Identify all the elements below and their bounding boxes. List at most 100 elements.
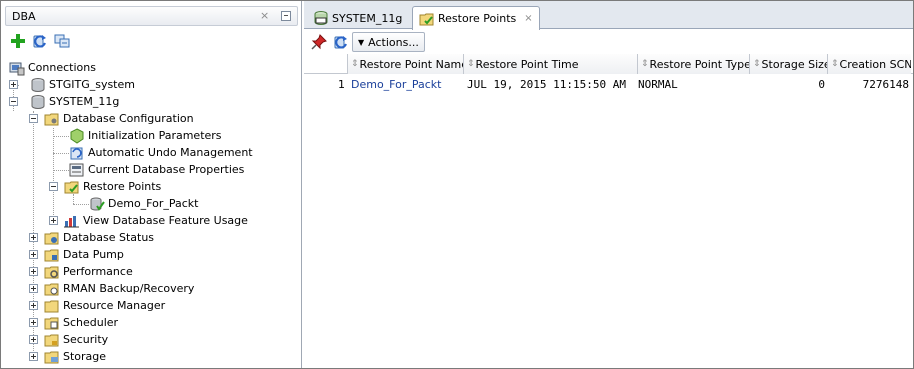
tree-item-database-status[interactable]: Database Status <box>29 229 154 246</box>
tree-item-label: Resource Manager <box>63 299 166 312</box>
parameters-icon <box>69 127 85 144</box>
expand-icon[interactable] <box>9 80 18 89</box>
tree-item-label: STGITG_system <box>49 78 135 91</box>
database-icon <box>30 94 46 110</box>
expand-icon[interactable] <box>49 216 58 225</box>
actions-label: Actions... <box>368 35 419 49</box>
cell-creation-scn: 7276148 <box>862 77 909 91</box>
tree-item-label: RMAN Backup/Recovery <box>63 282 195 295</box>
editor-area: SYSTEM_11g Restore Points × ▼ Actions... <box>304 1 913 368</box>
cell-restore-point-time: JUL 19, 2015 11:15:50 AM <box>467 77 626 91</box>
actions-button[interactable]: ▼ Actions... <box>352 32 425 52</box>
dba-panel: DBA × Connections STGITG_system SYSTEM_1… <box>1 1 302 368</box>
folder-icon <box>44 298 60 314</box>
column-header-restore-point-time[interactable]: ⇕ Restore Point Time <box>463 54 637 74</box>
cell-restore-point-type: NORMAL <box>638 77 678 91</box>
connections-icon <box>9 60 25 76</box>
undo-icon <box>69 145 85 161</box>
sql-worksheet-icon <box>313 10 329 26</box>
tree-item-label: Data Pump <box>63 248 124 261</box>
expand-icon[interactable] <box>29 318 38 327</box>
column-header-restore-point-name[interactable]: ⇕ Restore Point Name <box>347 54 463 74</box>
tree-item-label: View Database Feature Usage <box>83 214 248 227</box>
column-header-storage-size[interactable]: ⇕ Storage Size <box>749 54 827 74</box>
tab-label: Restore Points <box>438 12 517 25</box>
tree-item-automatic-undo-management[interactable]: Automatic Undo Management <box>69 144 253 161</box>
tree-item-stgitg-system[interactable]: STGITG_system <box>9 76 135 93</box>
collapse-icon[interactable] <box>29 114 38 123</box>
tree-item-label: SYSTEM_11g <box>49 95 120 108</box>
column-header-creation-scn[interactable]: ⇕ Creation SCN <box>827 54 911 74</box>
add-connection-icon[interactable] <box>9 32 27 50</box>
sort-icon: ⇕ <box>831 59 838 69</box>
sort-icon: ⇕ <box>351 59 358 69</box>
tree-item-label: Database Status <box>63 231 155 244</box>
pin-icon[interactable] <box>310 33 328 51</box>
table-row[interactable]: 1 Demo_For_Packt JUL 19, 2015 11:15:50 A… <box>304 75 913 93</box>
tree-item-data-pump[interactable]: Data Pump <box>29 246 124 263</box>
restore-points-icon <box>419 11 435 27</box>
tree-item-label: Performance <box>63 265 133 278</box>
expand-icon[interactable] <box>29 301 38 310</box>
tree-item-rman-backup-recovery[interactable]: RMAN Backup/Recovery <box>29 280 194 297</box>
dba-panel-title: DBA <box>12 10 36 23</box>
feature-usage-icon <box>64 213 80 229</box>
expand-icon[interactable] <box>29 267 38 276</box>
tree-item-resource-manager[interactable]: Resource Manager <box>29 297 165 314</box>
tree-item-label: Automatic Undo Management <box>88 146 253 159</box>
properties-icon <box>69 162 85 178</box>
row-number: 1 <box>338 77 345 91</box>
tree-item-security[interactable]: Security <box>29 331 108 348</box>
tree-item-system-11g[interactable]: SYSTEM_11g <box>9 93 119 110</box>
expand-icon[interactable] <box>29 233 38 242</box>
minimize-icon[interactable] <box>281 11 291 21</box>
expand-icon[interactable] <box>29 250 38 259</box>
filter-icon[interactable] <box>53 32 71 50</box>
expand-icon[interactable] <box>29 284 38 293</box>
tree-item-restore-points[interactable]: Restore Points <box>49 178 161 195</box>
tree-item-scheduler[interactable]: Scheduler <box>29 314 118 331</box>
restore-point-icon <box>89 196 105 212</box>
tab-system-11g[interactable]: SYSTEM_11g <box>306 6 409 29</box>
performance-folder-icon <box>44 264 60 280</box>
refresh-icon[interactable] <box>332 33 350 51</box>
tree-item-current-database-properties[interactable]: Current Database Properties <box>69 161 244 178</box>
tree-item-label: Scheduler <box>63 316 119 329</box>
expand-icon[interactable] <box>29 335 38 344</box>
sort-icon: ⇕ <box>753 59 760 69</box>
collapse-icon[interactable] <box>49 182 58 191</box>
storage-folder-icon <box>44 349 60 365</box>
security-folder-icon <box>44 332 60 348</box>
tree-item-label: Connections <box>28 61 96 74</box>
status-folder-icon <box>44 230 60 246</box>
tree-item-initialization-parameters[interactable]: Initialization Parameters <box>69 127 222 144</box>
tree-item-label: Current Database Properties <box>88 163 245 176</box>
tree-item-label: Demo_For_Packt <box>108 197 199 210</box>
collapse-icon[interactable] <box>9 97 18 106</box>
chevron-down-icon: ▼ <box>358 37 365 47</box>
rman-folder-icon <box>44 281 60 297</box>
restore-points-folder-icon <box>64 179 80 195</box>
dba-panel-header: DBA × <box>5 6 298 26</box>
tree-item-view-database-feature-usage[interactable]: View Database Feature Usage <box>49 212 248 229</box>
expand-icon[interactable] <box>29 352 38 361</box>
tree-item-storage[interactable]: Storage <box>29 348 106 365</box>
scheduler-folder-icon <box>44 315 60 331</box>
tree-item-connections[interactable]: Connections <box>9 59 96 76</box>
close-icon[interactable]: × <box>260 9 269 22</box>
tree-item-demo-for-packt[interactable]: Demo_For_Packt <box>89 195 198 212</box>
column-header-restore-point-type[interactable]: ⇕ Restore Point Type <box>637 54 749 74</box>
cell-storage-size: 0 <box>818 77 825 91</box>
tree-item-label: Security <box>63 333 109 346</box>
tree-item-performance[interactable]: Performance <box>29 263 133 280</box>
cell-restore-point-name[interactable]: Demo_For_Packt <box>351 75 461 93</box>
tab-bar: SYSTEM_11g Restore Points × <box>304 1 913 30</box>
refresh-icon[interactable] <box>31 32 49 50</box>
results-toolbar: ▼ Actions... <box>304 30 913 55</box>
tree-item-label: Restore Points <box>83 180 162 193</box>
tree-item-database-configuration[interactable]: Database Configuration <box>29 110 194 127</box>
close-tab-icon[interactable]: × <box>524 13 532 24</box>
tree-item-label: Storage <box>63 350 107 363</box>
tab-restore-points[interactable]: Restore Points × <box>412 6 540 30</box>
sort-icon: ⇕ <box>467 59 474 69</box>
